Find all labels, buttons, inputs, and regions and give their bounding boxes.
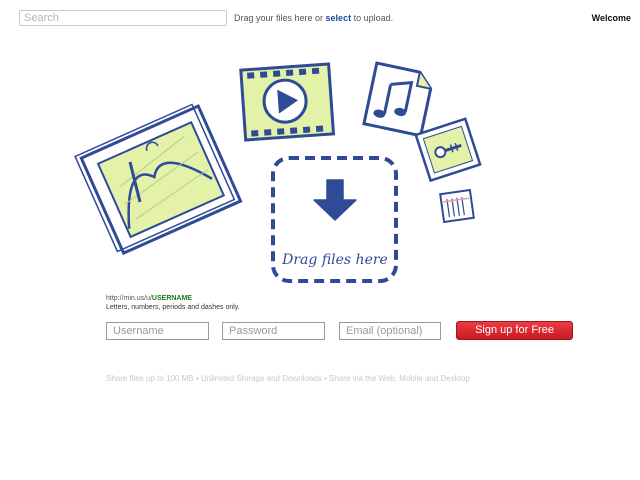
profile-url-username: USERNAME — [151, 295, 192, 302]
feature-list: Share files up to 100 MB • Unlimited Sto… — [106, 374, 470, 383]
signup-help: http://min.us/u/USERNAME Letters, number… — [106, 294, 240, 313]
file-sketch-illustration: Drag files here — [74, 61, 482, 283]
profile-url-preview: http://min.us/u/USERNAME — [106, 294, 240, 303]
drop-zone-label: Drag files here — [281, 252, 388, 268]
signup-button[interactable]: Sign up for Free — [456, 321, 573, 340]
username-field[interactable] — [106, 322, 209, 340]
image-file-icon — [74, 103, 243, 256]
document-file-icon — [439, 188, 475, 224]
music-file-icon — [362, 61, 433, 138]
video-file-icon — [239, 62, 336, 142]
archive-file-icon — [414, 117, 482, 183]
drop-zone[interactable]: Drag files here — [271, 156, 398, 283]
password-field[interactable] — [222, 322, 325, 340]
profile-url-prefix: http://min.us/u/ — [106, 295, 152, 302]
username-rules: Letters, numbers, periods and dashes onl… — [106, 304, 240, 311]
email-field[interactable] — [339, 322, 441, 340]
